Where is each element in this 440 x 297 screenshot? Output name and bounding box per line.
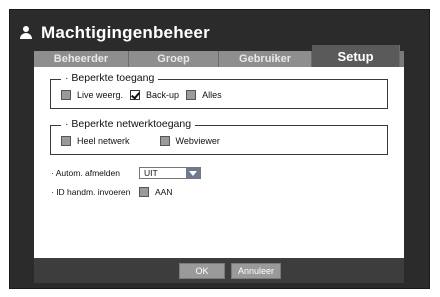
ok-button[interactable]: OK — [179, 263, 225, 279]
manual-id-row: · ID handm. invoeren AAN — [51, 187, 179, 197]
whole-network-label: Heel netwerk — [77, 136, 130, 146]
all-checkbox[interactable] — [186, 90, 197, 100]
backup-label: Back-up — [146, 90, 180, 100]
all-label: Alles — [202, 90, 222, 100]
webviewer-label: Webviewer — [175, 136, 220, 146]
manual-id-checkbox[interactable] — [139, 187, 149, 197]
live-view-checkbox[interactable] — [61, 90, 71, 100]
manual-id-label: · ID handm. invoeren — [51, 187, 131, 197]
backup-option[interactable]: Back-up — [130, 90, 179, 100]
manual-id-checkbox-label: AAN — [155, 187, 173, 197]
tab-groep[interactable]: Groep — [129, 51, 219, 67]
manual-id-option[interactable]: AAN — [139, 187, 172, 197]
auto-logout-label: · Autom. afmelden — [51, 168, 120, 178]
auto-logout-row: · Autom. afmelden UIT — [51, 167, 201, 179]
chevron-down-icon[interactable] — [186, 168, 200, 178]
restricted-network-group: · Beperkte netwerktoegang Heel netwerk W… — [50, 118, 388, 155]
webviewer-option[interactable]: Webviewer — [159, 136, 220, 146]
window-title-bar: Machtigingenbeheer — [19, 22, 210, 44]
auto-logout-value: UIT — [144, 168, 158, 178]
user-icon — [19, 26, 33, 40]
webviewer-checkbox[interactable] — [159, 136, 170, 146]
window-title: Machtigingenbeheer — [41, 23, 210, 42]
whole-network-option[interactable]: Heel netwerk — [61, 136, 130, 146]
auto-logout-select[interactable]: UIT — [139, 167, 201, 179]
restricted-access-legend: · Beperkte toegang — [61, 72, 159, 84]
cancel-button[interactable]: Annuleer — [231, 263, 281, 279]
tab-setup[interactable]: Setup — [312, 45, 400, 67]
tab-gebruiker[interactable]: Gebruiker — [219, 51, 312, 67]
restricted-network-options: Heel netwerk Webviewer — [61, 136, 227, 146]
all-option[interactable]: Alles — [186, 90, 222, 100]
restricted-network-legend: · Beperkte netwerktoegang — [61, 118, 196, 130]
tab-bar-end — [400, 51, 404, 67]
tab-bar: Beheerder Groep Gebruiker Setup — [34, 45, 404, 67]
live-view-option[interactable]: Live weerg. — [61, 90, 123, 100]
live-view-label: Live weerg. — [77, 90, 124, 100]
tab-beheerder[interactable]: Beheerder — [34, 51, 129, 67]
restricted-access-group: · Beperkte toegang Live weerg. Back-up A… — [50, 72, 388, 109]
dialog-footer: OK Annuleer — [34, 258, 404, 283]
setup-panel: · Beperkte toegang Live weerg. Back-up A… — [34, 67, 404, 258]
backup-checkbox[interactable] — [130, 90, 141, 100]
restricted-access-options: Live weerg. Back-up Alles — [61, 90, 229, 100]
whole-network-checkbox[interactable] — [61, 136, 71, 146]
